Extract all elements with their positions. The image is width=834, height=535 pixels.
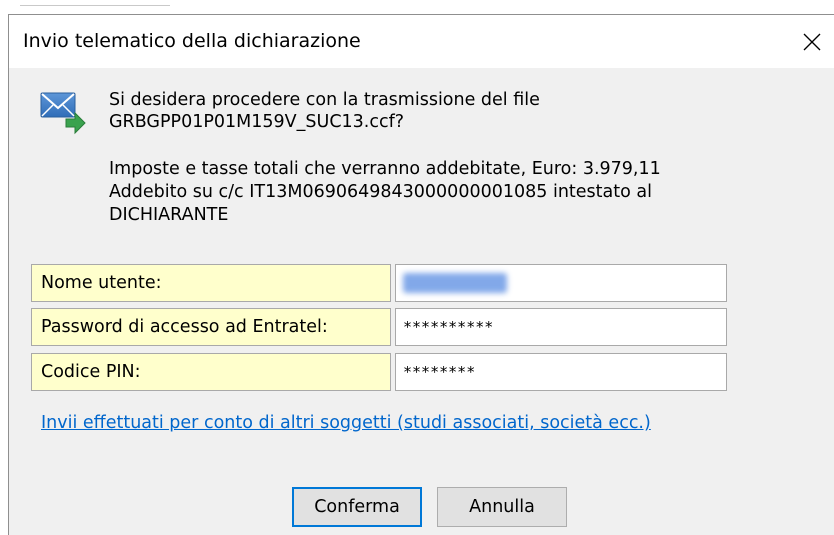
confirm-button[interactable]: Conferma <box>292 487 422 527</box>
pin-input[interactable]: ******** <box>395 353 727 391</box>
dialog-window: Invio telematico della dichiarazione Si … <box>8 14 834 535</box>
confirm-question-filename: GRBGPP01P01M159V_SUC13.ccf? <box>109 112 405 132</box>
tax-amount-text: Imposte e tasse totali che verranno adde… <box>109 159 661 179</box>
bank-account-text: Addebito su c/c IT13M0690649843000000001… <box>109 182 652 202</box>
other-subjects-link[interactable]: Invii effettuati per conto di altri sogg… <box>41 413 651 433</box>
username-input[interactable] <box>395 264 727 302</box>
cancel-button[interactable]: Annulla <box>437 487 567 527</box>
close-icon <box>803 33 821 50</box>
pin-label: Codice PIN: <box>31 353 391 391</box>
redacted-username <box>403 273 507 293</box>
title-bar[interactable]: Invio telematico della dichiarazione <box>9 15 834 68</box>
confirm-question-line1: Si desidera procedere con la trasmission… <box>109 90 540 110</box>
window-title: Invio telematico della dichiarazione <box>23 30 361 52</box>
username-label: Nome utente: <box>31 264 391 302</box>
password-label: Password di accesso ad Entratel: <box>31 308 391 346</box>
password-input[interactable]: ********** <box>395 308 727 346</box>
mail-send-icon <box>40 92 86 135</box>
account-holder-text: DICHIARANTE <box>109 205 229 225</box>
close-button[interactable] <box>789 15 834 68</box>
background-window-fragment <box>20 0 170 6</box>
